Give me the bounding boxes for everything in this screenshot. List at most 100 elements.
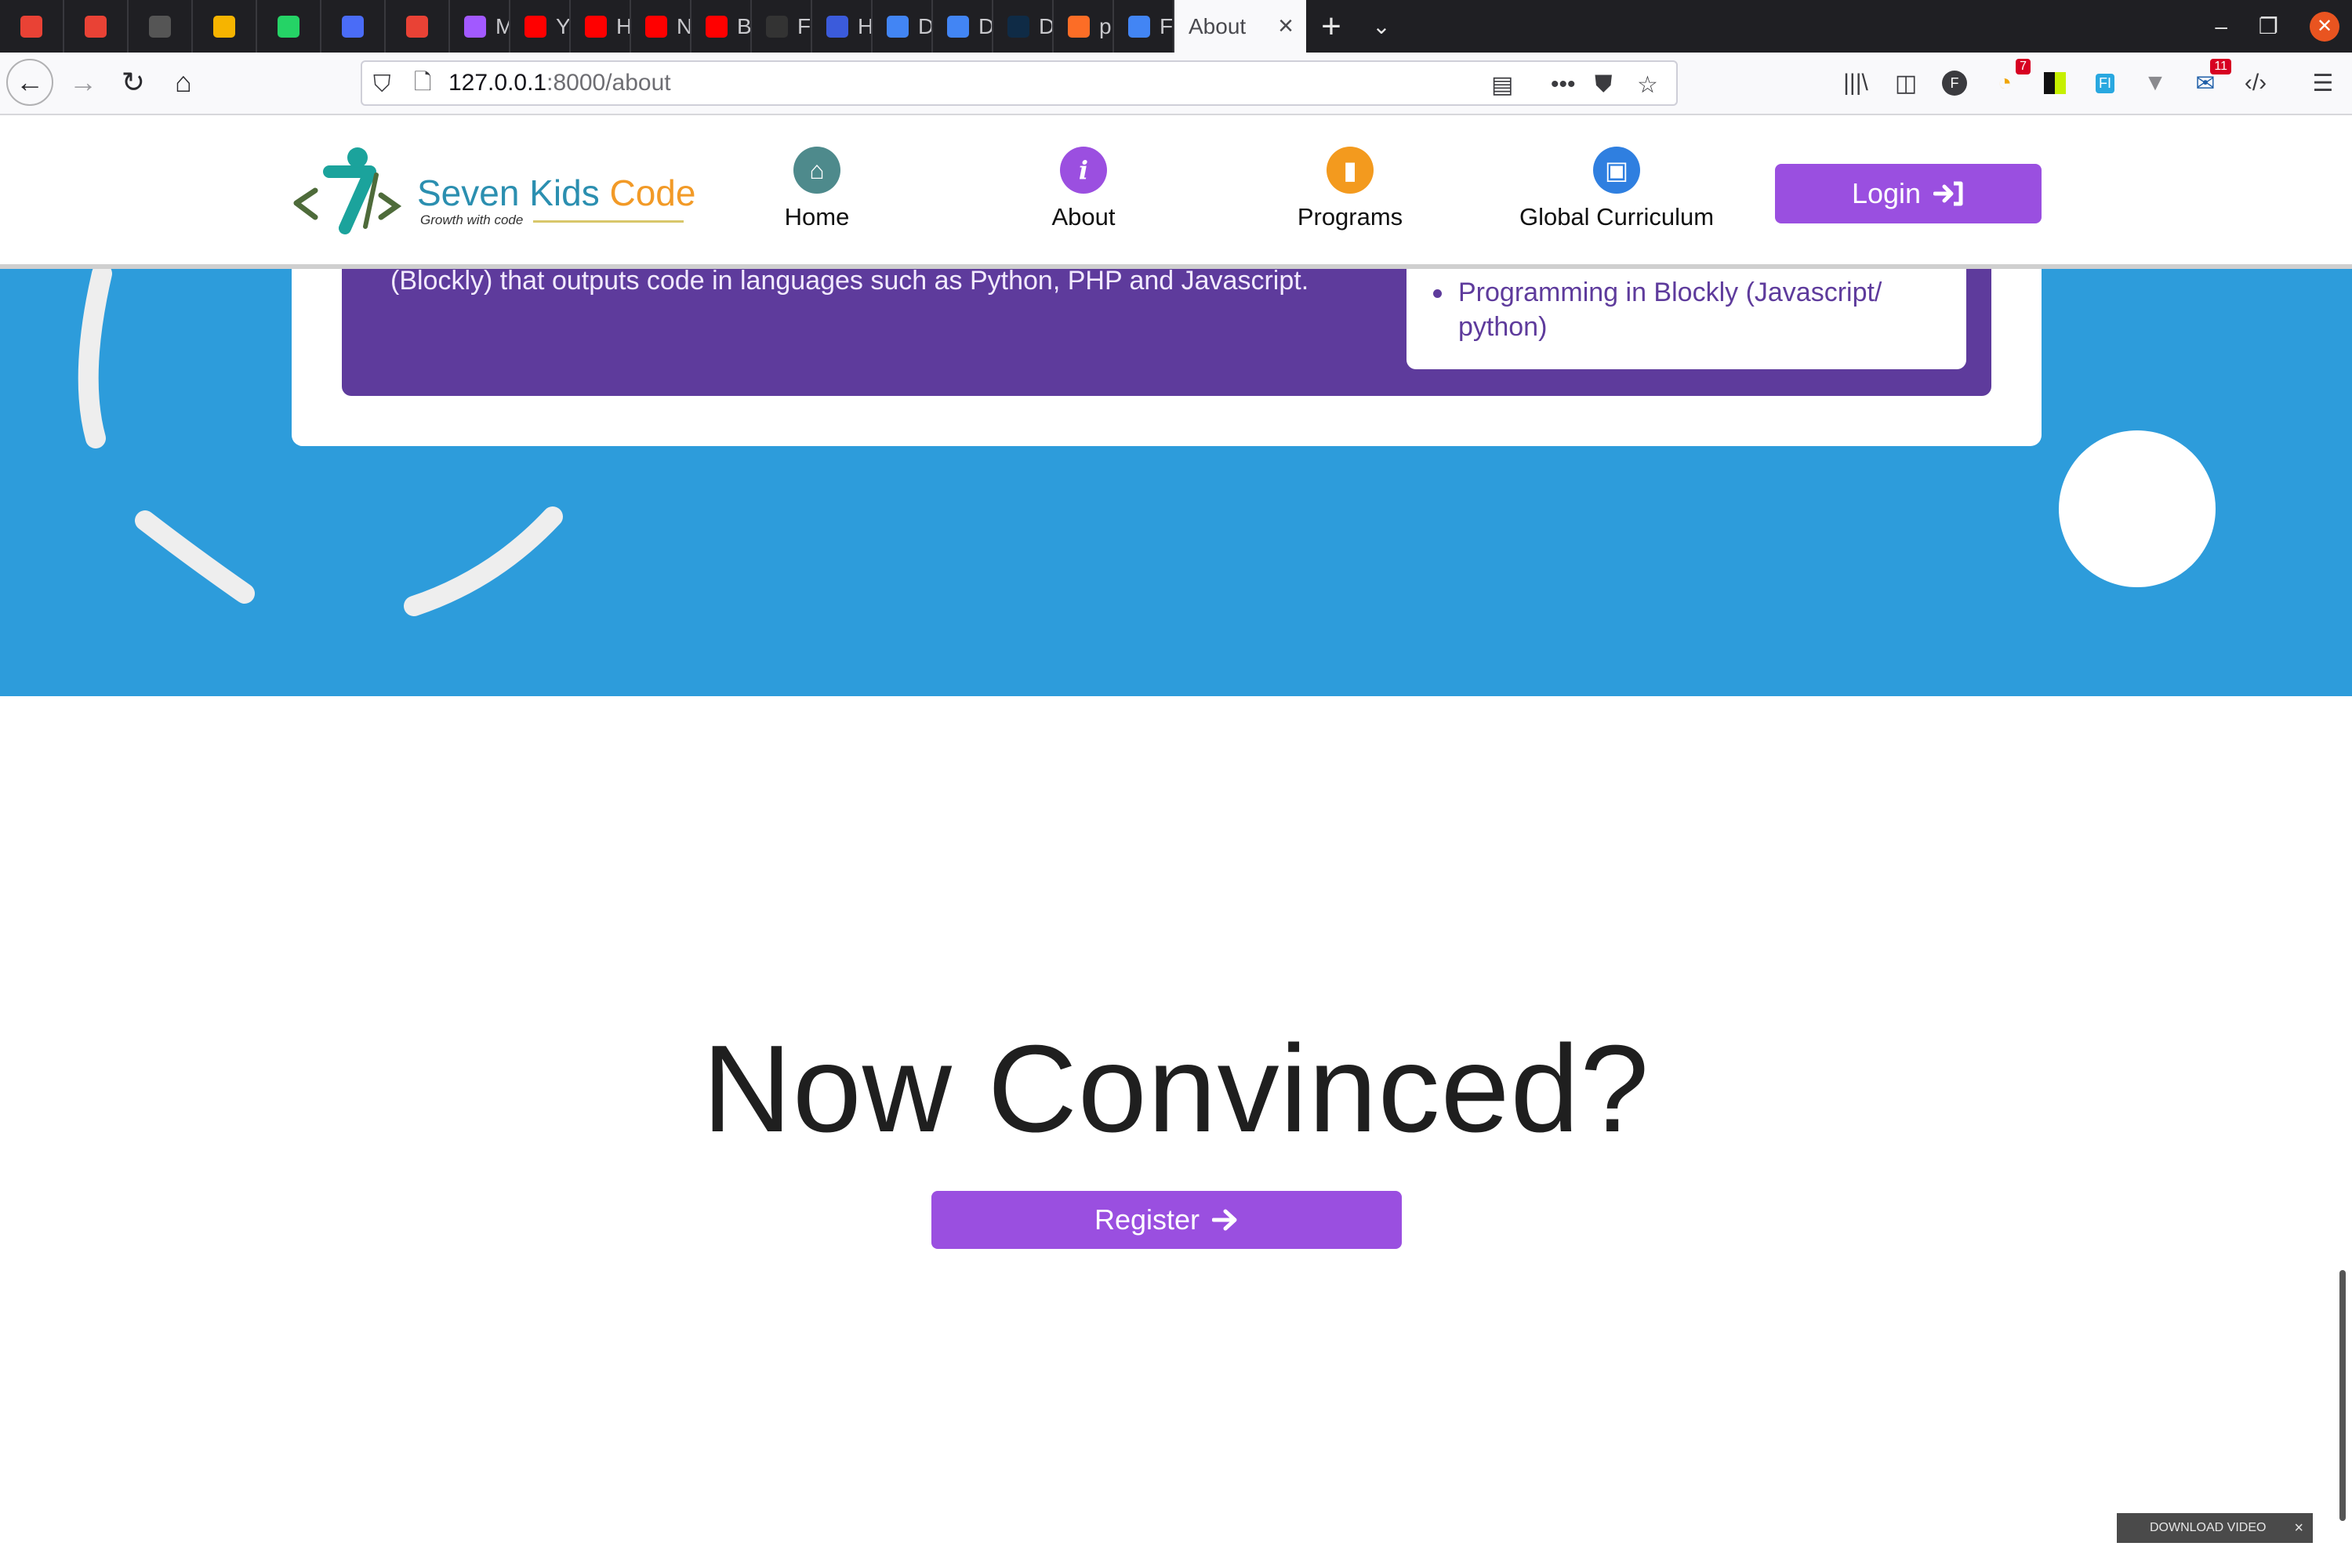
deepl-icon — [1007, 15, 1029, 38]
browser-tab[interactable]: Deep — [993, 0, 1054, 53]
window-controls: – ❐ ✕ — [2215, 0, 2352, 53]
docs-icon — [1128, 15, 1150, 38]
tab-label: About — [1189, 13, 1247, 38]
nav-global-curriculum[interactable]: ▣ Global Curriculum — [1515, 147, 1719, 231]
back-button[interactable]: ← — [6, 59, 53, 106]
nav-home[interactable]: ⌂ Home — [715, 147, 919, 231]
forward-button[interactable]: → — [60, 59, 107, 106]
cta-heading: Now Convinced? — [702, 1020, 1650, 1158]
tab-label: Food — [1160, 13, 1173, 38]
register-button[interactable]: Register — [931, 1191, 1402, 1249]
download-video-label: DOWNLOAD VIDEO — [2150, 1521, 2267, 1534]
gmail-icon — [406, 15, 428, 38]
url-bar[interactable]: ⛉ 🗋 127.0.0.1:8000/about ▤ ••• ⛊ ☆ — [361, 60, 1678, 106]
list-item: Programming in Blockly (Javascript/ pyth… — [1433, 275, 1944, 344]
topics-list: Programming in Blockly (Javascript/ pyth… — [1433, 275, 1944, 344]
browser-tab[interactable] — [321, 0, 386, 53]
browser-tab[interactable] — [257, 0, 321, 53]
browser-tab[interactable] — [129, 0, 193, 53]
register-label: Register — [1094, 1203, 1200, 1236]
tagline-underline — [533, 220, 684, 223]
restore-icon[interactable]: ❐ — [2259, 13, 2278, 39]
extension-mail-icon[interactable]: ✉ 11 — [2187, 59, 2231, 103]
page-icon: 🗋 — [414, 70, 432, 94]
bookmark-star-icon[interactable]: ☆ — [1637, 62, 1658, 107]
whatsapp-icon — [278, 15, 299, 38]
close-overlay-icon[interactable]: × — [2294, 1519, 2303, 1537]
tab-label: More — [495, 14, 509, 39]
tab-label: Digit — [978, 14, 992, 39]
decorative-circle — [2059, 430, 2216, 587]
tab-about-active[interactable]: About × — [1174, 0, 1306, 53]
nav-about[interactable]: i About — [982, 147, 1185, 231]
download-video-overlay[interactable]: DOWNLOAD VIDEO × — [2117, 1513, 2313, 1543]
browser-tab[interactable]: Digit — [873, 0, 933, 53]
close-tab-icon[interactable]: × — [1278, 11, 1306, 42]
program-description: (Blockly) that outputs code in languages… — [390, 266, 1309, 296]
browser-tab[interactable]: YouT — [510, 0, 571, 53]
more-actions-icon[interactable]: ••• — [1551, 62, 1576, 107]
browser-tab[interactable]: progr — [1054, 0, 1114, 53]
info-icon: i — [1060, 147, 1107, 194]
home-icon: ⌂ — [793, 147, 840, 194]
docs-icon — [887, 15, 909, 38]
tab-label: BAN/ — [737, 13, 750, 38]
url-path: :8000/about — [546, 70, 671, 96]
reader-view-icon[interactable]: ▤ — [1491, 62, 1513, 107]
browser-tab[interactable] — [0, 0, 64, 53]
browser-tab[interactable] — [193, 0, 257, 53]
new-tab-button[interactable]: + — [1306, 0, 1356, 53]
keep-icon — [149, 15, 171, 38]
browser-tab[interactable]: BAN/ — [691, 0, 752, 53]
arrow-right-icon — [1212, 1209, 1237, 1231]
tab-label: How — [858, 14, 871, 39]
pocket-icon[interactable]: ⛊ — [1595, 62, 1613, 107]
login-button[interactable]: Login — [1775, 164, 2042, 223]
minimize-icon[interactable]: – — [2215, 14, 2227, 39]
tab-label: Hill S — [616, 14, 630, 39]
extension-check-icon[interactable]: ◔ 7 — [1987, 59, 2031, 103]
site-header: Seven Kids Code Growth with code ⌂ Home … — [0, 117, 2352, 269]
library-icon[interactable]: |||\ — [1838, 64, 1874, 103]
devtools-icon[interactable]: ‹/› — [2238, 64, 2274, 103]
brand-name: Seven Kids Code — [417, 172, 696, 213]
url-host: 127.0.0.1 — [448, 70, 547, 96]
browser-tab[interactable]: Digit — [933, 0, 993, 53]
extension-grid-icon[interactable] — [2037, 64, 2073, 103]
nav-programs[interactable]: ▮ Programs — [1248, 147, 1452, 231]
extension-f-icon[interactable]: F — [1936, 64, 1973, 103]
shield-icon[interactable]: ⛉ — [373, 62, 391, 107]
tab-bar: More YouT Hill S Ni Ke BAN/Fenn How Digit Digit… — [0, 0, 2352, 53]
extension-v-icon[interactable]: ▼ — [2137, 64, 2173, 103]
figma-icon — [464, 15, 486, 38]
browser-tab[interactable]: More — [450, 0, 510, 53]
tab-list-chevron-down-icon[interactable]: ⌄ — [1356, 0, 1406, 53]
youtube-icon — [645, 15, 667, 38]
presentation-icon: ▣ — [1593, 147, 1640, 194]
browser-tab[interactable] — [386, 0, 450, 53]
page-content: (Blockly) that outputs code in languages… — [0, 117, 2352, 1568]
page-scrollbar[interactable] — [2339, 1270, 2346, 1521]
github-icon — [766, 15, 788, 38]
browser-tab[interactable] — [64, 0, 129, 53]
sign-in-icon — [1933, 181, 1963, 206]
browser-tab[interactable]: How — [812, 0, 873, 53]
tab-label: Fenn — [797, 13, 811, 38]
tab-label: progr — [1099, 13, 1112, 38]
browser-tab[interactable]: Ni Ke — [631, 0, 691, 53]
hamburger-menu-icon[interactable]: ☰ — [2305, 64, 2341, 103]
youtube-icon — [524, 15, 546, 38]
browser-tab[interactable]: Hill S — [571, 0, 631, 53]
close-window-icon[interactable]: ✕ — [2310, 11, 2339, 42]
gmail-icon — [85, 15, 107, 38]
keep-notes-icon — [213, 15, 235, 38]
tab-label: Deep — [1039, 14, 1052, 39]
browser-tab[interactable]: Fenn — [752, 0, 812, 53]
browser-navbar: ← → ↻ ⌂ ⛉ 🗋 127.0.0.1:8000/about ▤ ••• ⛊… — [0, 53, 2352, 115]
extension-fi-icon[interactable]: FI — [2087, 64, 2123, 103]
sidebar-icon[interactable]: ◫ — [1888, 64, 1924, 103]
home-button[interactable]: ⌂ — [160, 59, 207, 106]
browser-tab[interactable]: Food — [1114, 0, 1174, 53]
gitlab-icon — [1068, 15, 1090, 38]
reload-button[interactable]: ↻ — [110, 59, 157, 106]
